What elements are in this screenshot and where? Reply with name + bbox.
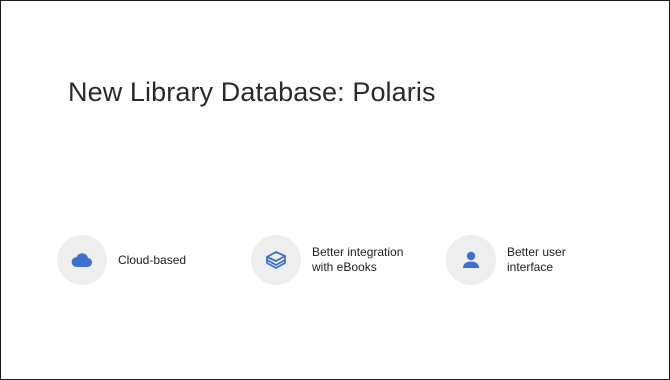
feature-label: Cloud-based [118,253,187,267]
books-icon [266,251,286,269]
books-icon-badge [251,235,301,285]
slide-title: New Library Database: Polaris [68,77,436,107]
cloud-icon [71,253,93,267]
slide: New Library Database: Polaris Cloud-base… [0,0,670,380]
cloud-icon-badge [57,235,107,285]
user-icon [463,251,479,268]
user-icon-badge [446,235,496,285]
feature-label: Better integration with eBooks [312,245,404,274]
feature-label: Better user interface [507,245,566,274]
